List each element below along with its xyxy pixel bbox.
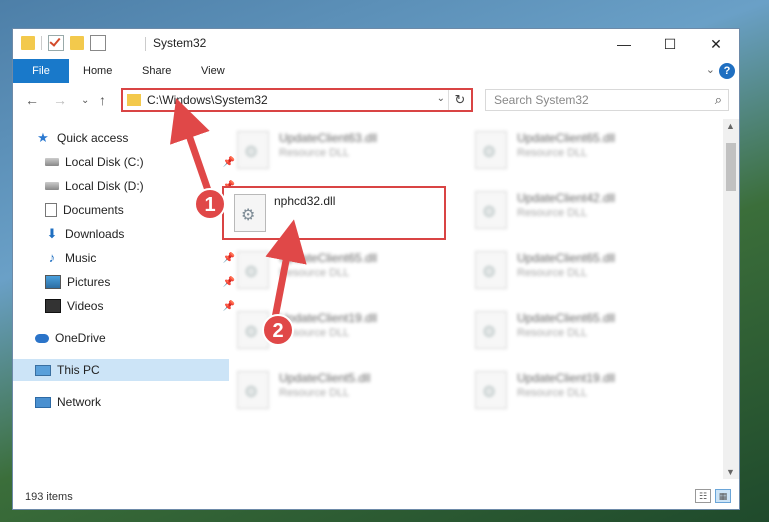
step-badge-2: 2 [262, 314, 294, 346]
annotation-arrows [170, 98, 307, 319]
arrow-to-address-bar [170, 98, 214, 198]
arrow-to-file [265, 219, 307, 319]
step-badge-1: 1 [194, 188, 226, 220]
